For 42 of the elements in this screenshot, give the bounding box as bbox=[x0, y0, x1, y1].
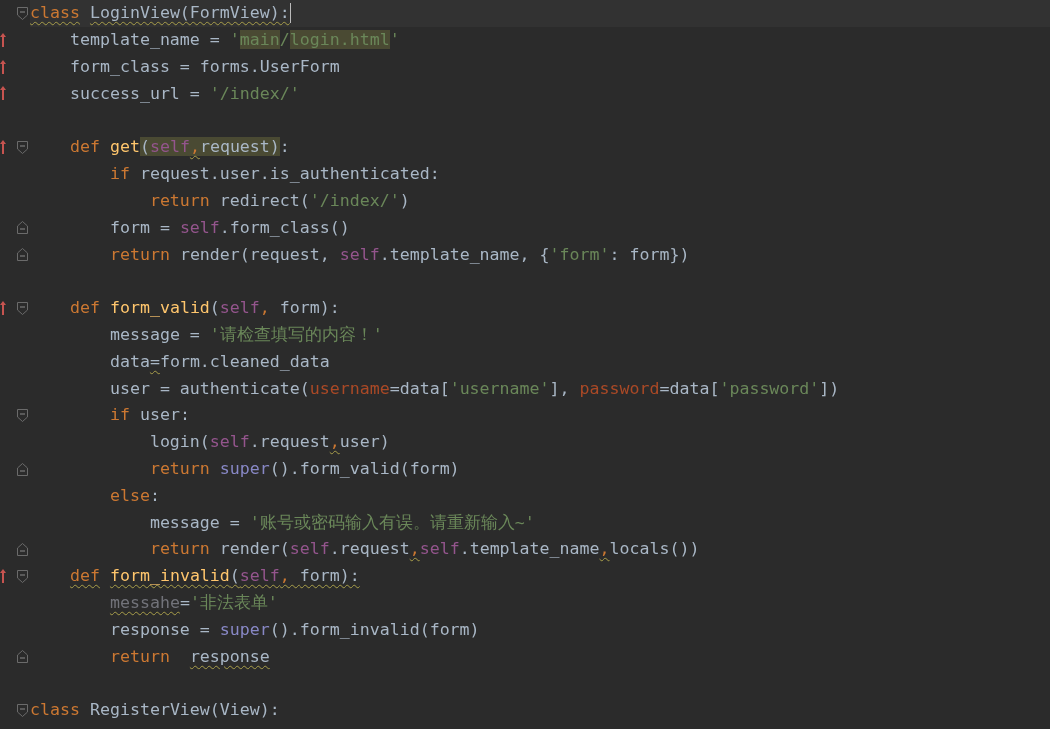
code-line: return redirect('/index/') bbox=[148, 189, 410, 212]
fold-marker-icon[interactable] bbox=[17, 301, 28, 315]
override-arrow-icon[interactable] bbox=[0, 59, 6, 74]
fold-marker-icon[interactable] bbox=[17, 248, 28, 262]
code-line: messahe='非法表单' bbox=[108, 591, 278, 614]
code-line: def form_invalid(self, form): bbox=[68, 565, 360, 588]
fold-marker-icon[interactable] bbox=[17, 569, 28, 583]
override-arrow-icon[interactable] bbox=[0, 568, 6, 583]
override-arrow-icon[interactable] bbox=[0, 32, 6, 47]
code-line: def get(self,request): bbox=[68, 136, 290, 159]
code-line: form = self.form_class() bbox=[108, 216, 350, 239]
code-line: if user: bbox=[108, 404, 190, 427]
override-arrow-icon[interactable] bbox=[0, 300, 6, 315]
code-line: message = '账号或密码输入有误。请重新输入~' bbox=[148, 511, 535, 534]
code-line: return render(request, self.template_name, {'form': form}) bbox=[108, 243, 690, 266]
code-line: return render(self.request,self.template_name,locals()) bbox=[148, 538, 700, 561]
fold-marker-icon[interactable] bbox=[17, 462, 28, 476]
fold-marker-icon[interactable] bbox=[17, 141, 28, 154]
code-line: template_name = 'main/login.html' bbox=[68, 29, 400, 52]
fold-marker-icon[interactable] bbox=[17, 408, 28, 422]
override-arrow-icon[interactable] bbox=[0, 140, 6, 154]
code-line: return response bbox=[108, 645, 270, 668]
code-line: data=form.cleaned_data bbox=[108, 350, 330, 373]
code-line: return super().form_valid(form) bbox=[148, 457, 460, 480]
code-line: form_class = forms.UserForm bbox=[68, 56, 340, 78]
fold-marker-icon[interactable] bbox=[17, 542, 28, 556]
code-line: class LoginView(FormView): bbox=[30, 2, 290, 25]
fold-marker-icon[interactable] bbox=[17, 7, 28, 20]
text-caret bbox=[289, 3, 292, 24]
code-line: user = authenticate(username=data['username'], password=data['password']) bbox=[108, 377, 840, 400]
code-line: login(self.request,user) bbox=[148, 431, 390, 454]
code-line: response = super().form_invalid(form) bbox=[108, 618, 480, 641]
fold-marker-icon[interactable] bbox=[17, 703, 28, 717]
code-line: else: bbox=[108, 484, 160, 507]
override-arrow-icon[interactable] bbox=[0, 86, 6, 101]
fold-marker-icon[interactable] bbox=[17, 221, 28, 235]
code-line: def form_valid(self, form): bbox=[68, 297, 340, 320]
code-line: class RegisterView(View): bbox=[30, 699, 280, 722]
code-line: if request.user.is_authenticated: bbox=[108, 163, 440, 186]
code-line: success_url = '/index/' bbox=[68, 82, 300, 105]
code-line: message = '请检查填写的内容！' bbox=[108, 323, 383, 346]
fold-marker-icon[interactable] bbox=[17, 650, 28, 664]
